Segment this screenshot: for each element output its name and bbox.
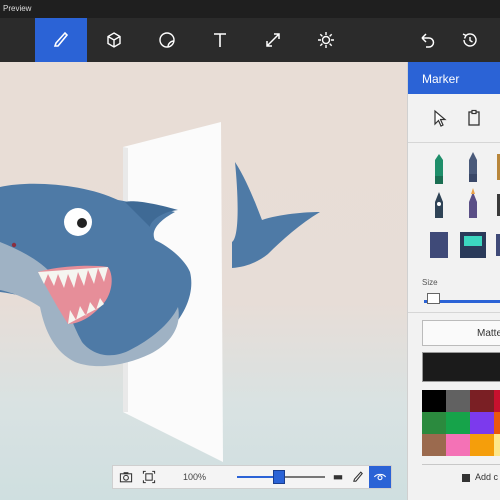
- history-button[interactable]: [448, 18, 492, 62]
- color-swatch-dark-green[interactable]: [422, 412, 446, 434]
- canvas-scene: [0, 122, 320, 462]
- brush-icon: [53, 31, 69, 47]
- panel-title: Marker: [422, 72, 460, 86]
- tool-panel: Marker Size Matte Add c: [407, 62, 500, 500]
- matte-label: Matte: [477, 328, 500, 339]
- undo-icon: [421, 33, 435, 48]
- color-swatch-maroon[interactable]: [470, 390, 494, 412]
- main-toolbar: [0, 18, 500, 62]
- calligraphy-pen-brush[interactable]: [435, 192, 443, 218]
- color-swatch-pink[interactable]: [446, 434, 470, 456]
- panel-header: Marker: [408, 62, 500, 94]
- pen-icon: [353, 471, 363, 482]
- size-slider-thumb[interactable]: [427, 293, 440, 304]
- brushes-tool-button[interactable]: [35, 18, 87, 62]
- select-cursor-button[interactable]: [430, 108, 450, 128]
- window-title: Preview: [3, 4, 32, 13]
- add-color-button[interactable]: Add c: [462, 472, 498, 482]
- perspective-icon: [333, 475, 343, 480]
- selected-color-swatch[interactable]: [422, 352, 500, 382]
- canvas-tool-button[interactable]: [247, 18, 299, 62]
- color-swatch-purple[interactable]: [470, 412, 494, 434]
- screenshot-button[interactable]: [116, 466, 136, 488]
- color-swatch-amber[interactable]: [470, 434, 494, 456]
- brush-grid: [430, 152, 500, 258]
- 3d-shapes-tool-button[interactable]: [88, 18, 140, 62]
- clipboard-icon: [468, 109, 480, 126]
- color-swatch-gray[interactable]: [446, 390, 470, 412]
- color-swatch-red[interactable]: [494, 390, 500, 412]
- drawing-canvas[interactable]: [0, 62, 407, 500]
- text-tool-button[interactable]: [194, 18, 246, 62]
- text-icon: [214, 33, 226, 47]
- marker-brush[interactable]: [435, 154, 443, 184]
- cursor-icon: [434, 109, 447, 127]
- add-color-icon: [462, 473, 470, 482]
- history-icon: [462, 33, 477, 47]
- color-swatch-orange[interactable]: [494, 412, 500, 434]
- matte-button[interactable]: Matte: [422, 320, 500, 346]
- panel-action-row: [408, 104, 500, 134]
- view-3d-button[interactable]: [369, 466, 391, 488]
- color-swatch-brown[interactable]: [422, 434, 446, 456]
- effects-tool-button[interactable]: [300, 18, 352, 62]
- oil-brush[interactable]: [469, 188, 477, 218]
- color-swatch-light-yellow[interactable]: [494, 434, 500, 456]
- fit-view-button[interactable]: [139, 466, 159, 488]
- fit-to-screen-icon: [142, 470, 156, 484]
- effects-icon: [318, 32, 334, 48]
- color-swatch-black[interactable]: [422, 390, 446, 412]
- stickers-tool-button[interactable]: [141, 18, 193, 62]
- undo-button[interactable]: [402, 18, 452, 62]
- size-label: Size: [422, 278, 438, 287]
- bottom-bar: 100%: [112, 465, 392, 489]
- add-color-label: Add c: [475, 472, 499, 482]
- paste-button[interactable]: [464, 108, 484, 128]
- camera-icon: [119, 472, 133, 483]
- perspective-toggle[interactable]: [331, 466, 345, 488]
- zoom-slider-thumb[interactable]: [273, 470, 285, 484]
- eye-icon: [373, 473, 387, 481]
- canvas-icon: [266, 33, 280, 47]
- fill-brush[interactable]: [430, 232, 448, 258]
- title-bar: Preview: [0, 0, 500, 18]
- shark-tail-shape: [232, 162, 320, 268]
- stickers-icon: [159, 32, 175, 48]
- pencil-brush[interactable]: [469, 152, 477, 182]
- 3d-shapes-icon: [107, 32, 121, 48]
- color-swatch-green[interactable]: [446, 412, 470, 434]
- draw-mode-button[interactable]: [349, 466, 367, 488]
- zoom-percentage: 100%: [183, 472, 207, 482]
